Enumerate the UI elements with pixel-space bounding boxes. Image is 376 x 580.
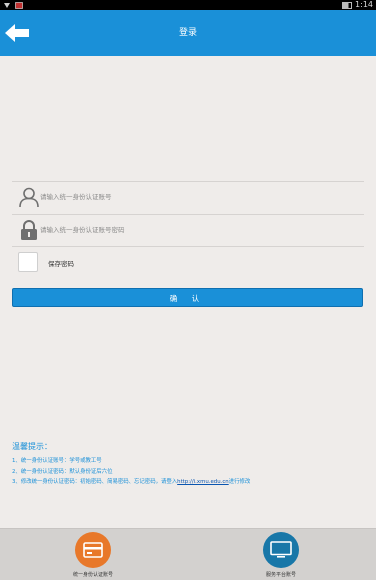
nav-label: 服务平台账号 [265, 572, 296, 578]
username-row [12, 182, 364, 214]
title-bar: 登录 [0, 10, 376, 56]
nav-unified-auth-account[interactable]: 统一身份认证账号 [60, 532, 126, 578]
divider [12, 246, 364, 247]
tips-section: 温馨提示： 1、统一身份认证账号：学号或教工号 2、统一身份认证密码：默认身份证… [12, 441, 250, 488]
password-reset-link[interactable]: http://i.xmu.edu.cn [177, 479, 229, 485]
battery-icon [342, 1, 353, 9]
nav-circle [75, 532, 111, 568]
nav-label: 统一身份认证账号 [72, 572, 113, 578]
tip-item: 1、统一身份认证账号：学号或教工号 [12, 458, 102, 464]
tip-suffix: 进行修改 [228, 479, 251, 485]
lock-icon [21, 220, 37, 240]
status-bar: 1:14 [0, 0, 376, 10]
remember-password-label: 保存密码 [48, 260, 74, 268]
page-title: 登录 [178, 28, 197, 38]
tip-item: 3、修改统一身份认证密码：初始密码、简易密码、忘记密码，请登入http://i.… [12, 477, 250, 488]
nav-service-platform-account[interactable]: 服务平台账号 [250, 532, 312, 578]
tips-title: 温馨提示： [12, 442, 52, 451]
nav-circle [263, 532, 299, 568]
password-row [12, 215, 364, 247]
card-icon [83, 542, 103, 558]
bottom-nav: 统一身份认证账号 服务平台账号 [0, 528, 376, 580]
app-notification-icon [15, 1, 23, 9]
password-input[interactable] [40, 223, 340, 237]
download-icon [4, 2, 10, 8]
tip-item: 2、统一身份认证密码：默认身份证后六位 [12, 468, 113, 475]
user-icon [19, 187, 39, 208]
remember-password-checkbox[interactable] [18, 252, 38, 272]
login-screen: 1:14 登录 保存密码 确 认 温馨提示： 1、统一身份认证账号：学号或教工号… [0, 0, 376, 580]
username-input[interactable] [40, 190, 340, 204]
monitor-icon [270, 541, 292, 558]
status-time: 1:14 [355, 0, 373, 9]
confirm-button[interactable]: 确 认 [12, 288, 363, 307]
tip-text: 3、修改统一身份认证密码：初始密码、简易密码、忘记密码，请登入 [12, 479, 178, 485]
